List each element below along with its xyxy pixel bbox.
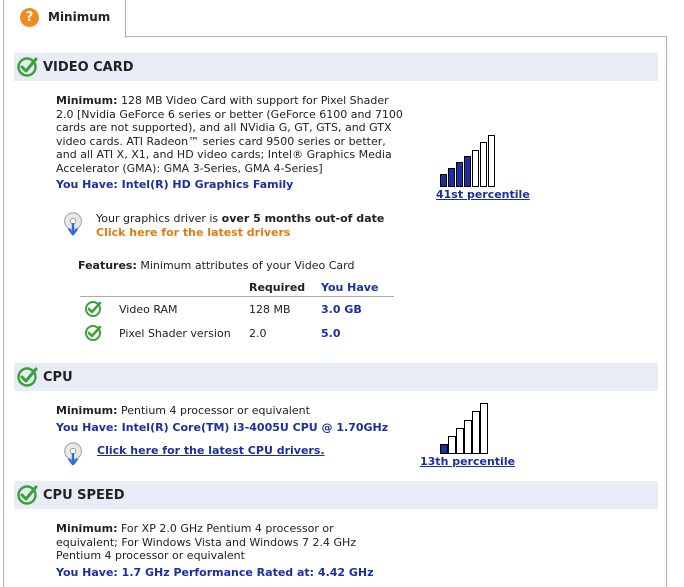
video-card-title: VIDEO CARD bbox=[43, 60, 134, 75]
cpu-speed-title: CPU SPEED bbox=[43, 488, 125, 503]
cpu-you-have: You Have: Intel(R) Core(TM) i3-4005U CPU… bbox=[56, 421, 389, 434]
check-icon bbox=[85, 301, 102, 317]
cpu-title: CPU bbox=[43, 370, 73, 385]
cpu-percentile-link[interactable]: 13th percentile bbox=[420, 455, 515, 468]
cpu-drivers-link[interactable]: Click here for the latest CPU drivers. bbox=[97, 444, 325, 458]
video-card-header: VIDEO CARD bbox=[14, 53, 658, 81]
feature-have: 5.0 bbox=[321, 327, 341, 340]
features-heading: Features: Minimum attributes of your Vid… bbox=[78, 259, 355, 272]
driver-notice: Your graphics driver is over 5 months ou… bbox=[96, 212, 385, 240]
video-percentile-bars bbox=[440, 135, 495, 187]
tab-label: Minimum bbox=[48, 10, 111, 24]
video-bar-1 bbox=[440, 174, 447, 187]
cpu-speed-header: CPU SPEED bbox=[14, 481, 658, 509]
check-icon bbox=[85, 325, 102, 341]
video-bar-3 bbox=[456, 162, 463, 187]
video-percentile-link[interactable]: 41st percentile bbox=[436, 188, 530, 201]
tab-frame-top bbox=[125, 36, 667, 37]
question-icon: ? bbox=[20, 8, 39, 27]
cpu-header: CPU bbox=[14, 363, 658, 391]
video-minimum-text: Minimum: 128 MB Video Card with support … bbox=[56, 94, 403, 175]
feature-name: Video RAM bbox=[119, 303, 178, 316]
cpu-percentile-bars bbox=[440, 403, 488, 454]
video-bar-7 bbox=[488, 135, 495, 187]
cpu-bar-2 bbox=[448, 436, 456, 454]
check-icon bbox=[17, 57, 38, 77]
cpu-bar-1 bbox=[440, 444, 448, 454]
cpu-speed-minimum-text: Minimum: For XP 2.0 GHz Pentium 4 proces… bbox=[56, 522, 357, 562]
col-required: Required bbox=[249, 281, 306, 294]
video-bar-6 bbox=[480, 142, 487, 187]
feature-name: Pixel Shader version bbox=[119, 327, 231, 340]
feature-have: 3.0 GB bbox=[321, 303, 362, 316]
col-you-have: You Have bbox=[321, 281, 379, 294]
minimum-label: Minimum: bbox=[56, 94, 118, 107]
check-icon bbox=[17, 367, 38, 387]
features-row: Video RAM 128 MB 3.0 GB bbox=[80, 298, 394, 322]
cpu-bar-3 bbox=[456, 428, 464, 454]
cpu-bar-4 bbox=[464, 420, 472, 454]
check-icon bbox=[17, 485, 38, 505]
feature-required: 128 MB bbox=[249, 303, 291, 316]
video-bar-2 bbox=[448, 168, 455, 187]
video-bar-4 bbox=[464, 156, 471, 187]
cpu-minimum-text: Minimum: Pentium 4 processor or equivale… bbox=[56, 404, 310, 417]
feature-required: 2.0 bbox=[249, 327, 267, 340]
video-you-have: You Have: Intel(R) HD Graphics Family bbox=[56, 178, 294, 191]
tab-frame-left bbox=[3, 38, 4, 587]
features-row: Pixel Shader version 2.0 5.0 bbox=[80, 322, 394, 346]
cpu-bar-5 bbox=[472, 411, 480, 454]
cpu-bar-6 bbox=[480, 403, 488, 454]
driver-download-icon[interactable] bbox=[62, 211, 84, 237]
video-bar-5 bbox=[472, 150, 479, 187]
latest-drivers-link[interactable]: Click here for the latest drivers bbox=[96, 226, 384, 240]
features-table-header: Required You Have bbox=[80, 280, 394, 297]
tab-minimum[interactable]: ? Minimum bbox=[3, 0, 126, 38]
cpu-driver-download-icon[interactable] bbox=[62, 441, 84, 467]
tab-frame-right bbox=[666, 36, 667, 587]
cpu-speed-you-have: You Have: 1.7 GHz Performance Rated at: … bbox=[56, 566, 374, 579]
